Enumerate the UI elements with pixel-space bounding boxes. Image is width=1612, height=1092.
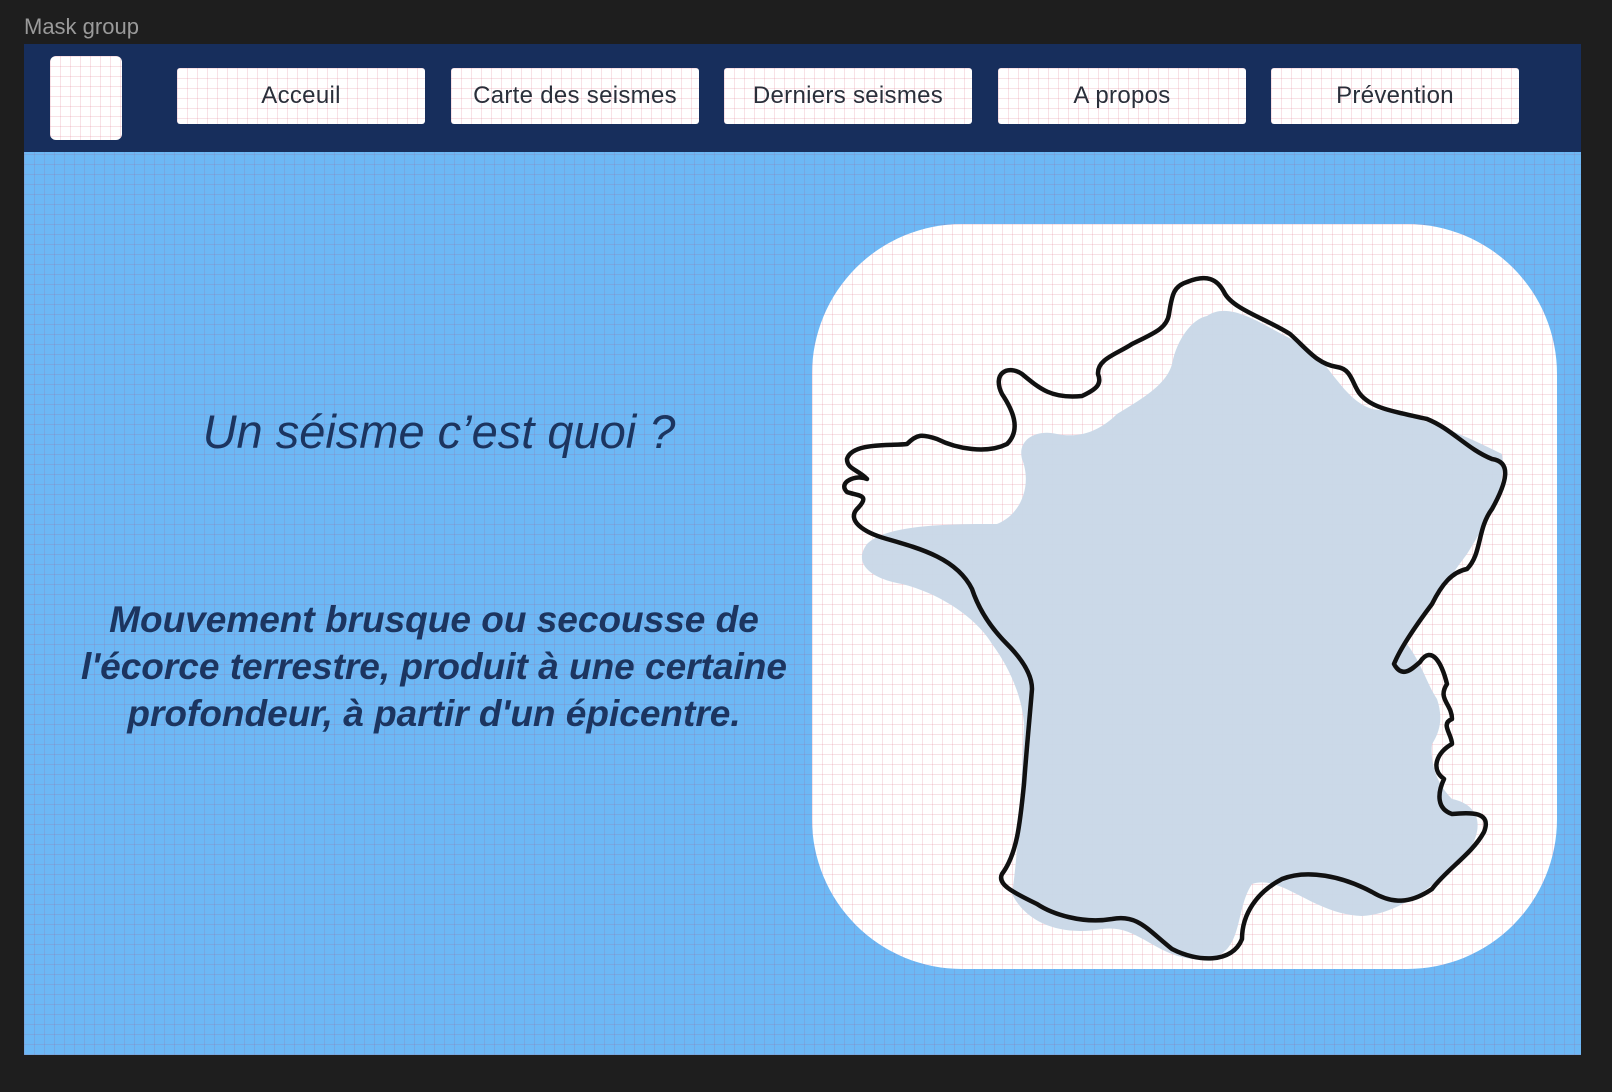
- page-frame: Acceuil Carte des seismes Derniers seism…: [24, 44, 1581, 1055]
- france-map-shadow: [861, 310, 1503, 960]
- map-card: [812, 224, 1557, 969]
- nav-button-label: Derniers seismes: [752, 82, 944, 109]
- nav-button-a-propos[interactable]: A propos: [998, 68, 1246, 124]
- nav-button-label: A propos: [1073, 82, 1171, 109]
- nav-button-acceuil[interactable]: Acceuil: [177, 68, 425, 124]
- logo-grid: [50, 56, 122, 140]
- definition-text: Mouvement brusque ou secousse de l'écorc…: [81, 599, 787, 734]
- nav-button-derniers-seismes[interactable]: Derniers seismes: [724, 68, 972, 124]
- nav-button-label: Carte des seismes: [473, 82, 677, 109]
- frame-label: Mask group: [24, 14, 139, 39]
- nav-button-label: Acceuil: [261, 82, 341, 109]
- navbar: Acceuil Carte des seismes Derniers seism…: [24, 44, 1581, 152]
- page-title: Un séisme c’est quoi ?: [202, 405, 676, 458]
- nav-button-carte-des-seismes[interactable]: Carte des seismes: [451, 68, 699, 124]
- logo-icon[interactable]: [50, 56, 122, 140]
- nav-button-prevention[interactable]: Prévention: [1271, 68, 1519, 124]
- nav-button-label: Prévention: [1336, 82, 1454, 109]
- france-map-icon: [842, 275, 1508, 961]
